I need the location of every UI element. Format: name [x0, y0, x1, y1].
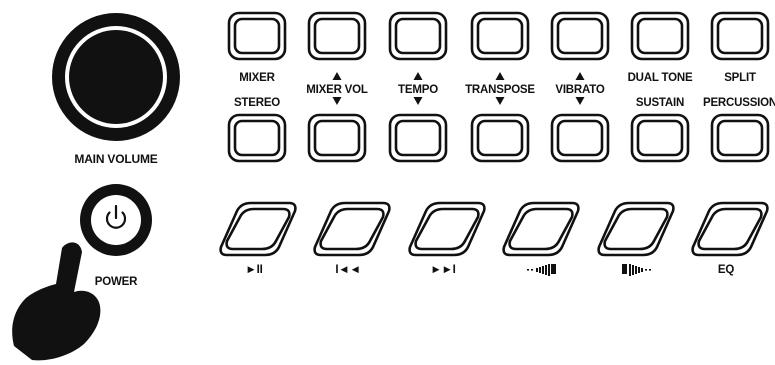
previous-icon-label: I◄◄	[335, 264, 360, 276]
volume-down-icon-button[interactable]	[502, 201, 580, 257]
stereo-button[interactable]	[227, 113, 287, 163]
volume-up-icon	[622, 264, 651, 276]
percussion-button[interactable]	[710, 113, 770, 163]
transpose-label: TRANSPOSE	[465, 84, 535, 96]
previous-icon-button[interactable]	[313, 201, 391, 257]
transpose-down-arrow-icon	[495, 97, 505, 105]
mixer-vol-label: MIXER VOL	[306, 84, 368, 96]
tempo-down-arrow-icon	[413, 97, 423, 105]
power-button[interactable]	[80, 184, 152, 256]
split-label: SPLIT	[724, 72, 756, 84]
mixer-vol-upper-button[interactable]	[307, 11, 367, 61]
sustain-label: SUSTAIN	[636, 97, 684, 109]
transpose-down-button[interactable]	[470, 113, 530, 163]
vibrato-upper-button[interactable]	[550, 11, 610, 61]
tempo-down-button[interactable]	[388, 113, 448, 163]
sustain-button[interactable]	[630, 113, 690, 163]
percussion-label: PERCUSSION	[703, 97, 775, 109]
transpose-upper-button[interactable]	[470, 11, 530, 61]
pointing-hand-icon	[12, 242, 101, 361]
mixer-vol-up-arrow-icon	[332, 72, 342, 80]
volume-up-icon-button[interactable]	[597, 201, 675, 257]
eq-button[interactable]	[691, 201, 769, 257]
volume-down-icon	[527, 264, 556, 276]
control-panel-diagram: MAIN VOLUME POWER MIXER STEREO MIXER VOL TE…	[12, 11, 775, 361]
vibrato-down-arrow-icon	[575, 97, 585, 105]
eq-label: EQ	[718, 264, 734, 276]
vibrato-label: VIBRATO	[555, 84, 605, 96]
vibrato-up-arrow-icon	[575, 72, 585, 80]
dual-tone-label: DUAL TONE	[628, 72, 693, 84]
vibrato-down-button[interactable]	[550, 113, 610, 163]
next-icon-label: ►►I	[430, 264, 455, 276]
mixer-upper-button[interactable]	[227, 11, 287, 61]
mixer-vol-down-button[interactable]	[307, 113, 367, 163]
play-pause-icon-button[interactable]	[219, 201, 297, 257]
play-pause-icon-label: ►II	[245, 264, 262, 276]
power-label: POWER	[95, 276, 138, 288]
dual-tone-upper-button[interactable]	[630, 11, 690, 61]
transpose-up-arrow-icon	[495, 72, 505, 80]
tempo-label: TEMPO	[398, 84, 438, 96]
main-volume-label: MAIN VOLUME	[74, 152, 157, 166]
tempo-upper-button[interactable]	[388, 11, 448, 61]
next-icon-button[interactable]	[408, 201, 486, 257]
mixer-vol-down-arrow-icon	[332, 97, 342, 105]
tempo-up-arrow-icon	[413, 72, 423, 80]
split-upper-button[interactable]	[710, 11, 770, 61]
stereo-label: STEREO	[234, 97, 280, 109]
main-volume-knob[interactable]	[52, 13, 180, 141]
mixer-label: MIXER	[239, 72, 275, 84]
